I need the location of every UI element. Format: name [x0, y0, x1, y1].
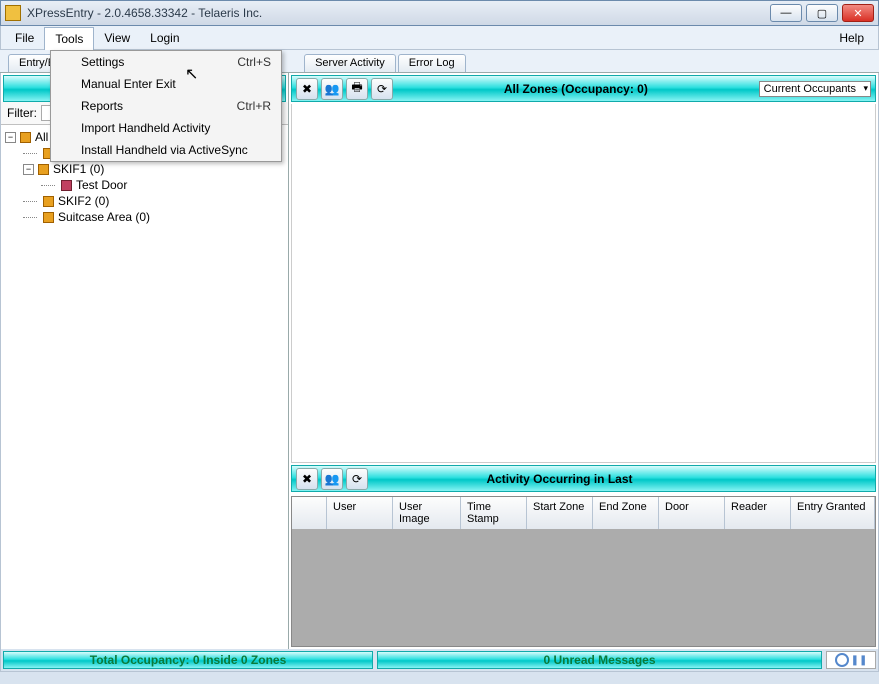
activity-users-icon[interactable]: 👥: [321, 468, 343, 490]
col-entry-granted[interactable]: Entry Granted: [791, 497, 875, 529]
occupants-area: [291, 104, 876, 463]
status-occupancy: Total Occupancy: 0 Inside 0 Zones: [3, 651, 373, 669]
menu-login[interactable]: Login: [140, 26, 189, 49]
tree-suitcase[interactable]: Suitcase Area (0): [3, 209, 286, 225]
status-messages[interactable]: 0 Unread Messages: [377, 651, 822, 669]
menu-import-handheld[interactable]: Import Handheld Activity: [51, 117, 281, 139]
menu-help[interactable]: Help: [829, 26, 874, 49]
col-user[interactable]: User: [327, 497, 393, 529]
activity-header-title: Activity Occurring in Last: [371, 472, 748, 486]
col-door[interactable]: Door: [659, 497, 725, 529]
menu-install-activesync[interactable]: Install Handheld via ActiveSync: [51, 139, 281, 161]
tree-test-door[interactable]: Test Door: [3, 177, 286, 193]
activity-grid-body[interactable]: [292, 529, 875, 646]
col-time-stamp[interactable]: Time Stamp: [461, 497, 527, 529]
menu-settings[interactable]: Settings Ctrl+S: [51, 51, 281, 73]
maximize-button[interactable]: ▢: [806, 4, 838, 22]
tree-skif2[interactable]: SKIF2 (0): [3, 193, 286, 209]
cursor-icon: ↖: [185, 64, 198, 84]
occupants-select[interactable]: Current Occupants: [759, 81, 871, 97]
content-panel: ✖ 👥 🖶 ⟳ All Zones (Occupancy: 0) Current…: [289, 73, 878, 649]
menu-reports[interactable]: Reports Ctrl+R: [51, 95, 281, 117]
activity-grid-header: User User Image Time Stamp Start Zone En…: [292, 497, 875, 529]
zones-header-title: All Zones (Occupancy: 0): [396, 82, 756, 96]
menu-manual-enter-exit[interactable]: Manual Enter Exit: [51, 73, 281, 95]
activity-refresh-icon[interactable]: ⟳: [346, 468, 368, 490]
status-clock[interactable]: ❚❚: [826, 651, 876, 669]
menu-view[interactable]: View: [94, 26, 140, 49]
clock-icon: [835, 653, 849, 667]
tab-error-log[interactable]: Error Log: [398, 54, 466, 72]
menu-tools[interactable]: Tools: [44, 27, 94, 50]
filter-label: Filter:: [7, 106, 37, 120]
tab-server-activity[interactable]: Server Activity: [304, 54, 396, 72]
window-title: XPressEntry - 2.0.4658.33342 - Telaeris …: [27, 6, 770, 20]
zones-tree[interactable]: − All Outside (0) − SKIF1 (0) Test Door …: [1, 125, 288, 649]
zones-header-bar: ✖ 👥 🖶 ⟳ All Zones (Occupancy: 0) Current…: [291, 75, 876, 102]
activity-settings-icon[interactable]: ✖: [296, 468, 318, 490]
tools-dropdown: Settings Ctrl+S Manual Enter Exit Report…: [50, 50, 282, 162]
refresh-icon[interactable]: ⟳: [371, 78, 393, 100]
menubar: File Tools View Login Help: [0, 26, 879, 50]
app-icon: [5, 5, 21, 21]
activity-header-bar: ✖ 👥 ⟳ Activity Occurring in Last: [291, 465, 876, 492]
col-start-zone[interactable]: Start Zone: [527, 497, 593, 529]
close-button[interactable]: ✕: [842, 4, 874, 22]
statusbar: Total Occupancy: 0 Inside 0 Zones 0 Unre…: [0, 649, 879, 672]
minimize-button[interactable]: —: [770, 4, 802, 22]
settings-icon[interactable]: ✖: [296, 78, 318, 100]
print-icon[interactable]: 🖶: [346, 78, 368, 100]
grid-row-selector-col[interactable]: [292, 497, 327, 529]
col-end-zone[interactable]: End Zone: [593, 497, 659, 529]
pause-icon: ❚❚: [851, 655, 868, 666]
titlebar: XPressEntry - 2.0.4658.33342 - Telaeris …: [0, 0, 879, 26]
col-user-image[interactable]: User Image: [393, 497, 461, 529]
activity-grid: User User Image Time Stamp Start Zone En…: [291, 496, 876, 647]
users-icon[interactable]: 👥: [321, 78, 343, 100]
tree-skif1[interactable]: − SKIF1 (0): [3, 161, 286, 177]
col-reader[interactable]: Reader: [725, 497, 791, 529]
menu-file[interactable]: File: [5, 26, 44, 49]
